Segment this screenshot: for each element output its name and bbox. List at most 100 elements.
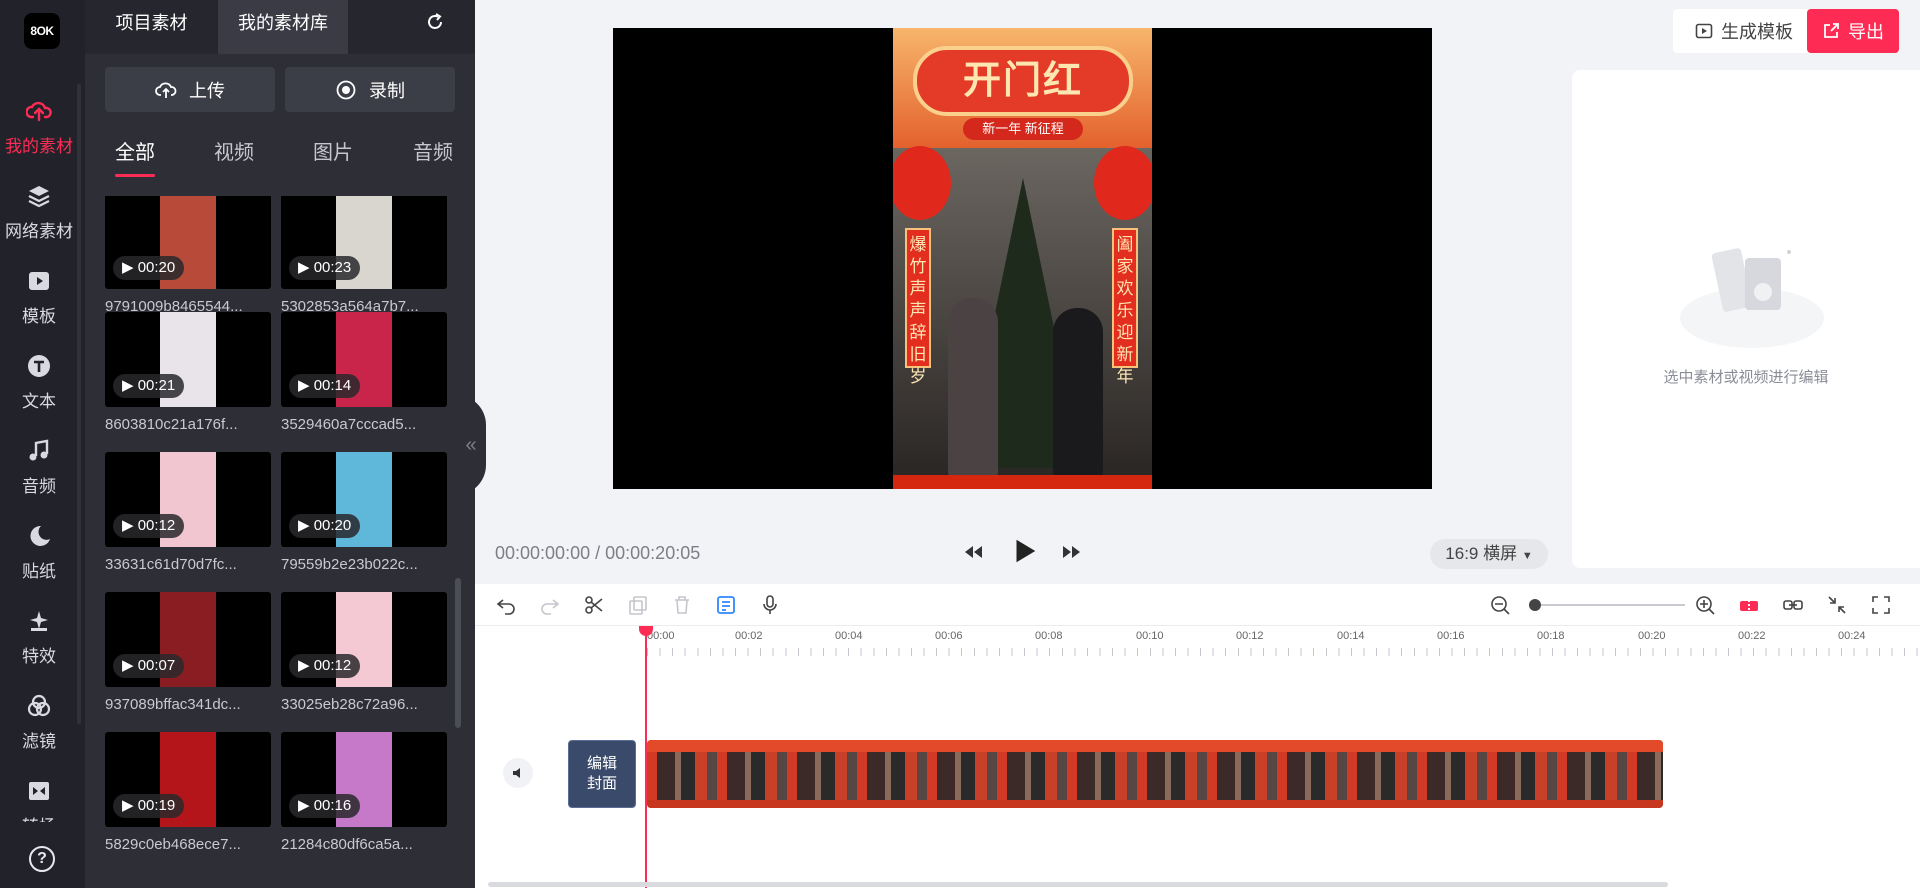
link-icon[interactable]	[1782, 594, 1806, 618]
rail-label: 文本	[22, 392, 56, 411]
tick-label: 00:10	[1136, 630, 1164, 642]
filter-image[interactable]: 图片	[313, 136, 353, 165]
tick-label: 00:22	[1738, 630, 1766, 642]
asset-thumbnail[interactable]: ▶ 00:19	[105, 732, 271, 827]
asset-card[interactable]: ▶ 00:07 937089bffac341dc...	[105, 592, 271, 713]
freeze-frame-icon[interactable]	[715, 594, 739, 618]
refresh-icon[interactable]	[425, 12, 445, 38]
rail-item-text[interactable]: 文本	[0, 339, 78, 419]
tab-my-library[interactable]: 我的素材库	[218, 0, 348, 54]
asset-name: 79559b2e23b022c...	[281, 556, 418, 573]
rail-item-stickers[interactable]: 贴纸	[0, 509, 78, 589]
empty-state-illustration	[1677, 230, 1827, 350]
filter-circles-icon	[25, 693, 53, 721]
rail-item-my-assets[interactable]: 我的素材	[0, 84, 78, 164]
snap-magnet-icon[interactable]	[1738, 594, 1762, 618]
asset-card[interactable]: ▶ 00:12 33025eb28c72a96...	[281, 592, 447, 713]
copy-icon[interactable]	[627, 594, 651, 618]
zoom-in-icon[interactable]	[1694, 594, 1718, 618]
rail-item-audio[interactable]: 音频	[0, 424, 78, 504]
zoom-slider-handle[interactable]	[1529, 599, 1541, 611]
rail-item-templates[interactable]: 模板	[0, 254, 78, 334]
asset-thumbnail[interactable]: ▶ 00:16	[281, 732, 447, 827]
microphone-icon[interactable]	[759, 594, 783, 618]
asset-card[interactable]: ▶ 00:16 21284c80df6ca5a...	[281, 732, 447, 853]
timeline-scrollbar[interactable]	[488, 882, 1668, 887]
fit-compress-icon[interactable]	[1826, 594, 1850, 618]
rail-item-effects[interactable]: 特效	[0, 594, 78, 674]
play-icon[interactable]	[1009, 536, 1039, 569]
rail-item-filters[interactable]: 滤镜	[0, 679, 78, 759]
fullscreen-icon[interactable]	[1870, 594, 1894, 618]
duration-badge: ▶ 00:23	[289, 256, 361, 280]
asset-panel: 项目素材 我的素材库 上传 录制 全部 视频 图片 音频 ▶ 00:20 979…	[85, 0, 475, 888]
panel-scrollbar[interactable]	[455, 578, 461, 728]
tick-label: 00:18	[1537, 630, 1565, 642]
undo-icon[interactable]	[495, 594, 519, 618]
asset-thumbnail[interactable]: ▶ 00:23	[281, 196, 447, 289]
asset-grid: ▶ 00:20 9791009b8465544... ▶ 00:23 53028…	[85, 196, 475, 888]
asset-thumbnail[interactable]: ▶ 00:20	[105, 196, 271, 289]
video-clip[interactable]	[647, 740, 1663, 808]
asset-card[interactable]: ▶ 00:20 9791009b8465544...	[105, 196, 271, 315]
zoom-out-icon[interactable]	[1489, 594, 1513, 618]
filter-video[interactable]: 视频	[214, 136, 254, 165]
caret-down-icon: ▼	[1521, 550, 1533, 562]
asset-thumbnail[interactable]: ▶ 00:07	[105, 592, 271, 687]
rail-label: 模板	[22, 307, 56, 326]
asset-thumbnail[interactable]: ▶ 00:12	[105, 452, 271, 547]
duration-badge: ▶ 00:12	[113, 514, 185, 538]
filter-all[interactable]: 全部	[115, 136, 155, 177]
ruler-ticks	[647, 648, 1920, 656]
zoom-slider-track[interactable]	[1535, 604, 1685, 606]
track-mute-button[interactable]	[503, 758, 533, 788]
redo-icon[interactable]	[539, 594, 563, 618]
asset-card[interactable]: ▶ 00:14 3529460a7cccad5...	[281, 312, 447, 433]
fast-forward-icon[interactable]	[1059, 540, 1083, 567]
timeline: 00:00 00:02 00:04 00:06 00:08 00:10 00:1…	[475, 584, 1920, 888]
collapse-panel-button[interactable]: «	[456, 395, 486, 495]
edit-cover-button[interactable]: 编辑 封面	[568, 740, 636, 808]
duration-badge: ▶ 00:16	[289, 794, 361, 818]
tab-project-assets[interactable]: 项目素材	[85, 0, 218, 54]
sparkle-icon	[25, 608, 53, 636]
asset-thumbnail[interactable]: ▶ 00:14	[281, 312, 447, 407]
moon-icon	[25, 523, 53, 551]
rail-item-transitions[interactable]: 转场	[0, 764, 78, 822]
delete-icon[interactable]	[671, 594, 695, 618]
duration-badge: ▶ 00:20	[113, 256, 185, 280]
template-icon	[1695, 23, 1713, 39]
tick-label: 00:12	[1236, 630, 1264, 642]
help-icon[interactable]: ?	[29, 846, 55, 872]
duration-badge: ▶ 00:07	[113, 654, 185, 678]
asset-thumbnail[interactable]: ▶ 00:21	[105, 312, 271, 407]
asset-name: 3529460a7cccad5...	[281, 416, 417, 433]
tick-label: 00:04	[835, 630, 863, 642]
asset-thumbnail[interactable]: ▶ 00:20	[281, 452, 447, 547]
asset-card[interactable]: ▶ 00:21 8603810c21a176f...	[105, 312, 271, 433]
time-ruler[interactable]: 00:00 00:02 00:04 00:06 00:08 00:10 00:1…	[475, 626, 1920, 666]
playhead[interactable]	[645, 626, 647, 888]
music-note-icon	[25, 438, 53, 466]
asset-card[interactable]: ▶ 00:12 33631c61d70d7fc...	[105, 452, 271, 573]
rail-label: 音频	[22, 477, 56, 496]
asset-card[interactable]: ▶ 00:23 5302853a564a7b7...	[281, 196, 447, 315]
aspect-ratio-select[interactable]: 16:9 横屏 ▼	[1430, 539, 1548, 569]
filter-audio[interactable]: 音频	[413, 136, 453, 165]
asset-thumbnail[interactable]: ▶ 00:12	[281, 592, 447, 687]
asset-card[interactable]: ▶ 00:19 5829c0eb468ece7...	[105, 732, 271, 853]
record-button[interactable]: 录制	[285, 67, 455, 112]
asset-card[interactable]: ▶ 00:20 79559b2e23b022c...	[281, 452, 447, 573]
duration-badge: ▶ 00:14	[289, 374, 361, 398]
video-preview[interactable]: 开门红 新一年 新征程 爆竹声声辞旧岁 阖家欢乐迎新年	[613, 28, 1432, 489]
rewind-icon[interactable]	[962, 540, 986, 567]
panel-tabs: 项目素材 我的素材库	[85, 0, 475, 54]
video-frame: 开门红 新一年 新征程 爆竹声声辞旧岁 阖家欢乐迎新年	[893, 28, 1152, 489]
tick-label: 00:02	[735, 630, 763, 642]
upload-button[interactable]: 上传	[105, 67, 275, 112]
rail-item-web-assets[interactable]: 网络素材	[0, 169, 78, 249]
rail-scrollbar[interactable]	[77, 84, 81, 724]
generate-template-button[interactable]: 生成模板	[1673, 9, 1815, 53]
split-scissors-icon[interactable]	[583, 594, 607, 618]
export-button[interactable]: 导出	[1807, 9, 1899, 53]
